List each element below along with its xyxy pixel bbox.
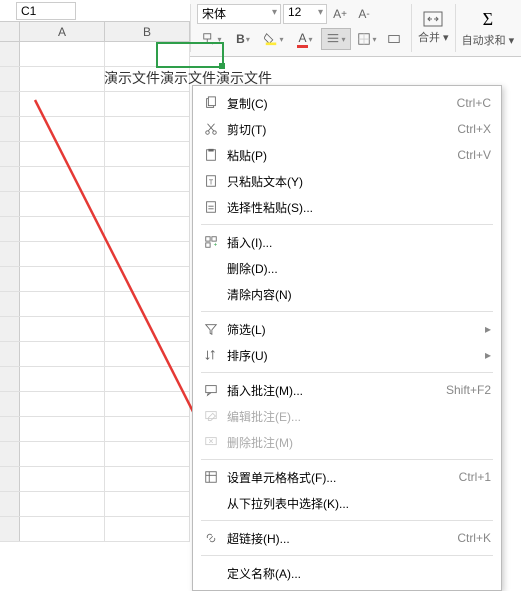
row[interactable] [0, 317, 190, 342]
filter-icon [201, 322, 221, 336]
font-name-select[interactable]: 宋体 [197, 4, 281, 24]
row[interactable] [0, 267, 190, 292]
row[interactable] [0, 442, 190, 467]
align-icon[interactable]: ▾ [321, 28, 351, 50]
svg-text:T: T [209, 180, 214, 187]
comment-icon [201, 383, 221, 397]
edit-comment-icon [201, 409, 221, 423]
menu-cut[interactable]: 剪切(T)Ctrl+X [193, 116, 501, 142]
row[interactable] [0, 117, 190, 142]
row[interactable] [0, 192, 190, 217]
row[interactable] [0, 392, 190, 417]
increase-font-icon[interactable]: A+ [329, 4, 351, 24]
svg-text:+: + [214, 241, 218, 248]
col-header-a[interactable]: A [20, 22, 105, 41]
autosum-button[interactable]: Σ 自动求和 ▾ [456, 0, 521, 56]
paste-text-icon: T [201, 174, 221, 188]
bold-icon[interactable]: B▾ [228, 28, 258, 50]
row[interactable] [0, 292, 190, 317]
row[interactable] [0, 242, 190, 267]
cut-icon [201, 122, 221, 136]
menu-copy[interactable]: 复制(C)Ctrl+C [193, 90, 501, 116]
row[interactable] [0, 92, 190, 117]
font-size-select[interactable]: 12 [283, 4, 327, 24]
menu-delete-comment: 删除批注(M) [193, 429, 501, 455]
menu-paste-special[interactable]: 选择性粘贴(S)... [193, 194, 501, 220]
format-painter-icon[interactable]: ▾ [197, 28, 227, 50]
menu-paste-text[interactable]: T只粘贴文本(Y) [193, 168, 501, 194]
menu-clear[interactable]: 清除内容(N) [193, 281, 501, 307]
row[interactable] [0, 42, 190, 67]
format-cells-icon [201, 470, 221, 484]
cell-style-icon[interactable] [383, 28, 405, 50]
menu-edit-comment: 编辑批注(E)... [193, 403, 501, 429]
context-menu: 复制(C)Ctrl+C 剪切(T)Ctrl+X 粘贴(P)Ctrl+V T只粘贴… [192, 85, 502, 591]
menu-delete[interactable]: 删除(D)... [193, 255, 501, 281]
menu-pick-list[interactable]: 从下拉列表中选择(K)... [193, 490, 501, 516]
col-header-b[interactable]: B [105, 22, 190, 41]
menu-define-name[interactable]: 定义名称(A)... [193, 560, 501, 586]
name-box[interactable] [16, 2, 76, 20]
row[interactable] [0, 367, 190, 392]
border-icon[interactable]: ▾ [352, 28, 382, 50]
paste-icon [201, 148, 221, 162]
row[interactable] [0, 217, 190, 242]
sort-icon [201, 348, 221, 362]
copy-icon [201, 96, 221, 110]
row[interactable] [0, 417, 190, 442]
row[interactable] [0, 167, 190, 192]
select-all-corner[interactable] [0, 22, 20, 41]
menu-paste[interactable]: 粘贴(P)Ctrl+V [193, 142, 501, 168]
paste-special-icon [201, 200, 221, 214]
menu-hyperlink[interactable]: 超链接(H)...Ctrl+K [193, 525, 501, 551]
menu-filter[interactable]: 筛选(L)▸ [193, 316, 501, 342]
delete-comment-icon [201, 435, 221, 449]
menu-sort[interactable]: 排序(U)▸ [193, 342, 501, 368]
row[interactable] [0, 142, 190, 167]
menu-format-cells[interactable]: 设置单元格格式(F)...Ctrl+1 [193, 464, 501, 490]
row[interactable] [0, 467, 190, 492]
row[interactable] [0, 517, 190, 542]
menu-insert-comment[interactable]: 插入批注(M)...Shift+F2 [193, 377, 501, 403]
menu-insert[interactable]: +插入(I)... [193, 229, 501, 255]
ribbon: 宋体 12 A+ A- ▾ B▾ ▾ A▾ ▾ ▾ 合并 ▾ Σ 自动求和 ▾ [190, 0, 521, 57]
fill-color-icon[interactable]: ▾ [259, 28, 289, 50]
decrease-font-icon[interactable]: A- [353, 4, 375, 24]
row[interactable] [0, 492, 190, 517]
merge-button[interactable]: 合并 ▾ [412, 0, 455, 56]
row[interactable] [0, 342, 190, 367]
font-color-icon[interactable]: A▾ [290, 28, 320, 50]
insert-icon: + [201, 235, 221, 249]
link-icon [201, 531, 221, 545]
spreadsheet[interactable]: A B [0, 22, 190, 557]
